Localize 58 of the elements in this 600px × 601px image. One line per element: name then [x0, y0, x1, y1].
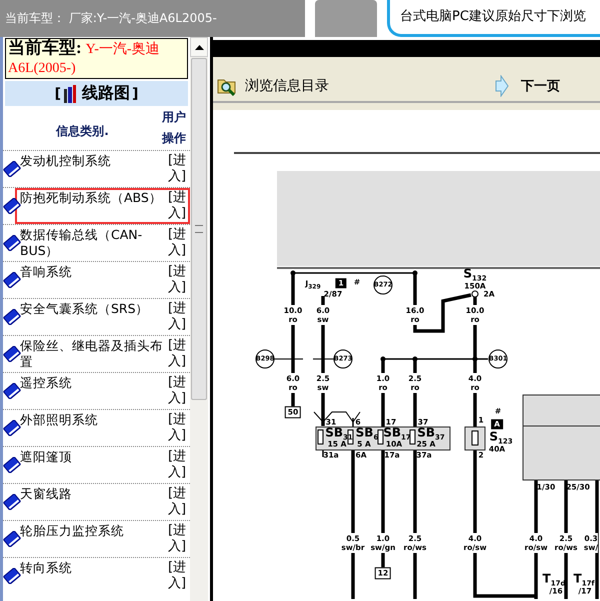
- enter-link[interactable]: [进入]: [168, 227, 187, 259]
- category-item[interactable]: 遮阳篷顶 [进入]: [15, 447, 190, 483]
- enter-link[interactable]: [进入]: [168, 412, 187, 444]
- book-icon: [3, 383, 21, 399]
- book-icon: [3, 420, 21, 436]
- column-header: 用户操作: [162, 109, 187, 147]
- component-label: S$_{123}$: [489, 430, 513, 446]
- column-header: 信息类别.: [54, 122, 110, 140]
- books-icon: [63, 84, 77, 102]
- category-item[interactable]: 数据传输总线（CAN-BUS） [进入]: [15, 225, 190, 261]
- enter-link[interactable]: [进入]: [168, 375, 187, 407]
- category-item[interactable]: 遥控系统 [进入]: [15, 373, 190, 409]
- book-icon: [3, 494, 21, 510]
- section-title: 线路图: [82, 83, 130, 104]
- up-arrow-icon: [194, 44, 204, 50]
- enter-link[interactable]: [进入]: [168, 560, 187, 592]
- mascot-picture-placeholder: [315, 0, 377, 37]
- component-label: S$_{132}$: [463, 267, 487, 283]
- current-vehicle-text: 当前车型： 厂家:Y-一汽-奥迪A6L2005-: [5, 10, 217, 27]
- category-item[interactable]: 防抱死制动系统（ABS） [进入]: [15, 188, 190, 224]
- component-label: T$_{17f}$: [574, 572, 594, 588]
- category-item[interactable]: 外部照明系统 [进入]: [15, 410, 190, 446]
- category-item[interactable]: 天窗线路 [进入]: [15, 484, 190, 520]
- banner: 台式电脑PC建议原始尺寸下浏览: [387, 0, 600, 37]
- book-icon: [3, 309, 21, 325]
- book-icon: [3, 198, 21, 214]
- enter-link[interactable]: [进入]: [168, 523, 187, 555]
- category-item[interactable]: 发动机控制系统 [进入]: [15, 151, 190, 187]
- component-label: SB$_{17}$: [383, 426, 411, 442]
- book-icon: [3, 531, 21, 547]
- book-icon: [3, 457, 21, 473]
- enter-link[interactable]: [进入]: [168, 153, 187, 185]
- category-item[interactable]: 保险丝、继电器及插头布置 [进入]: [15, 336, 190, 372]
- enter-link[interactable]: [进入]: [168, 264, 187, 296]
- enter-link[interactable]: [进入]: [168, 486, 187, 518]
- book-icon: [3, 235, 21, 251]
- category-item[interactable]: 音响系统 [进入]: [15, 262, 190, 298]
- next-page-button[interactable]: 下一页: [491, 75, 560, 97]
- book-icon: [3, 272, 21, 288]
- book-icon: [3, 161, 21, 177]
- bracket: [: [54, 86, 61, 102]
- component-label: SB$_{37}$: [417, 426, 445, 442]
- enter-link[interactable]: [进入]: [168, 301, 187, 333]
- category-item[interactable]: 转向系统 [进入]: [15, 558, 190, 594]
- enter-link[interactable]: [进入]: [168, 190, 187, 222]
- right-arrow-icon: [495, 75, 509, 97]
- scrollbar[interactable]: [190, 37, 210, 601]
- vehicle-info-panel: 当前车型: Y-一汽-奥迪A6L(2005-): [5, 38, 188, 79]
- bracket: ]: [132, 86, 138, 102]
- category-item[interactable]: 安全气囊系统（SRS） [进入]: [15, 299, 190, 335]
- scroll-up-button[interactable]: [190, 37, 208, 57]
- catalog-button[interactable]: 浏览信息目录: [213, 76, 329, 96]
- book-icon: [3, 346, 21, 362]
- enter-link[interactable]: [进入]: [168, 449, 187, 481]
- scroll-thumb[interactable]: [191, 58, 207, 400]
- book-icon: [3, 568, 21, 584]
- category-item[interactable]: 轮胎压力监控系统 [进入]: [15, 521, 190, 557]
- enter-link[interactable]: [进入]: [168, 338, 187, 370]
